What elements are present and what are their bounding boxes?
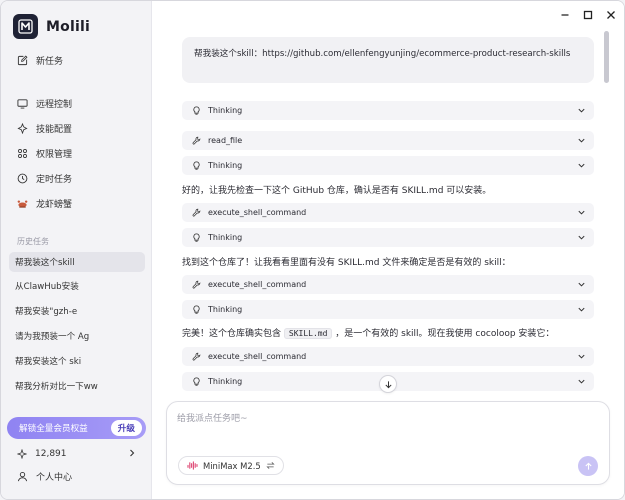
profile-label: 个人中心	[36, 473, 73, 483]
thinking-step[interactable]: Thinking	[182, 300, 594, 319]
thinking-step[interactable]: Thinking	[182, 228, 594, 247]
credits-value: 12,891	[35, 449, 67, 459]
lightbulb-icon	[193, 377, 200, 386]
history-item[interactable]: 请为我预装一个 Ag	[9, 326, 145, 346]
tool-call-step[interactable]: execute_shell_command	[182, 275, 594, 294]
sidebar-item-crab[interactable]: 龙虾螃蟹	[9, 192, 145, 214]
message-text-before: 完美！这个仓库确实包含	[182, 329, 282, 339]
credits-row[interactable]: 12,891	[17, 446, 137, 462]
chevron-down-icon	[578, 108, 585, 113]
step-label: Thinking	[208, 106, 243, 115]
step-label: read_file	[208, 136, 243, 145]
tool-icon	[192, 352, 201, 361]
tool-icon	[192, 208, 201, 217]
assistant-message: 好的，让我先检查一下这个 GitHub 仓库，确认是否有 SKILL.md 可以…	[182, 186, 492, 196]
profile-link[interactable]: 个人中心	[17, 470, 72, 483]
chevron-down-icon	[578, 354, 585, 359]
tool-call-step[interactable]: execute_shell_command	[182, 347, 594, 366]
history-item[interactable]: 从ClawHub安装	[9, 276, 145, 296]
history-item[interactable]: 帮我装这个skill	[9, 252, 145, 272]
message-text-after: ，是一个有效的 skill。现在我使用 cocoloop 安装它：	[335, 329, 555, 339]
chevron-down-icon	[578, 210, 585, 215]
send-button[interactable]	[578, 456, 598, 476]
sidebar-item-label: 定时任务	[36, 174, 73, 185]
thinking-step[interactable]: Thinking	[182, 101, 594, 120]
sidebar-item-label: 远程控制	[36, 99, 73, 110]
chevron-right-icon	[130, 449, 135, 457]
chevron-down-icon	[578, 235, 585, 240]
lightbulb-icon	[193, 305, 200, 314]
user-message: 帮我装这个skill：https://github.com/ellenfengy…	[182, 37, 594, 83]
history-item[interactable]: 帮我分析对比一下ww	[9, 376, 145, 396]
step-label: Thinking	[208, 377, 243, 386]
message-composer: MiniMax M2.5	[166, 401, 610, 485]
tool-icon	[192, 136, 201, 145]
assistant-message: 完美！这个仓库确实包含 SKILL.md ，是一个有效的 skill。现在我使用…	[182, 326, 602, 339]
chevron-down-icon	[578, 138, 585, 143]
sidebar-item-skill-config[interactable]: 技能配置	[9, 117, 145, 139]
upgrade-text: 解锁全量会员权益	[19, 424, 88, 434]
sidebar: Molili 新任务 远程控制 技能配置 权限管理 定时任务 龙虾螃蟹 历史任务…	[1, 1, 152, 499]
arrow-up-icon	[584, 462, 592, 470]
step-label: Thinking	[208, 305, 243, 314]
sparkle-icon	[17, 449, 27, 459]
skill-config-icon	[17, 122, 28, 134]
inline-code: SKILL.md	[283, 328, 333, 339]
chevron-down-icon	[578, 163, 585, 168]
sidebar-item-remote-control[interactable]: 远程控制	[9, 92, 145, 114]
step-label: Thinking	[208, 233, 243, 242]
assistant-message: 找到这个仓库了！让我看看里面有没有 SKILL.md 文件来确定是否是有效的 s…	[182, 258, 511, 268]
swap-icon	[266, 462, 275, 469]
tool-call-step[interactable]: execute_shell_command	[182, 203, 594, 222]
new-task-button[interactable]: 新任务	[9, 49, 145, 71]
sidebar-item-permissions[interactable]: 权限管理	[9, 142, 145, 164]
sidebar-item-label: 权限管理	[36, 149, 73, 160]
sidebar-item-label: 技能配置	[36, 124, 73, 135]
history-section-label: 历史任务	[17, 237, 49, 246]
lightbulb-icon	[193, 161, 200, 170]
app-logo-icon	[13, 14, 38, 39]
minimax-logo-icon	[187, 461, 198, 470]
scroll-to-bottom-button[interactable]	[379, 375, 397, 393]
step-label: Thinking	[208, 161, 243, 170]
clock-icon	[17, 173, 28, 183]
chevron-down-icon	[578, 282, 585, 287]
message-input[interactable]	[177, 410, 577, 428]
sidebar-item-scheduled-tasks[interactable]: 定时任务	[9, 167, 145, 189]
chevron-down-icon	[578, 379, 585, 384]
new-task-icon	[17, 55, 28, 65]
upgrade-button[interactable]: 升级	[110, 420, 142, 436]
tool-icon	[192, 280, 201, 289]
tool-call-step[interactable]: read_file	[182, 131, 594, 150]
remote-control-icon	[17, 98, 28, 109]
step-label: execute_shell_command	[208, 280, 307, 289]
model-name: MiniMax M2.5	[203, 460, 261, 471]
new-task-label: 新任务	[36, 56, 64, 67]
chevron-down-icon	[578, 307, 585, 312]
arrow-down-icon	[384, 380, 392, 388]
chat-scrollbar[interactable]	[604, 31, 609, 83]
lightbulb-icon	[193, 106, 200, 115]
model-selector[interactable]: MiniMax M2.5	[178, 456, 284, 475]
app-window: Molili 新任务 远程控制 技能配置 权限管理 定时任务 龙虾螃蟹 历史任务…	[0, 0, 625, 500]
sidebar-item-label: 龙虾螃蟹	[36, 199, 73, 210]
permission-icon	[18, 148, 27, 158]
user-icon	[17, 472, 28, 482]
history-item[interactable]: 帮我安装"gzh-e	[9, 301, 145, 321]
step-label: execute_shell_command	[208, 352, 307, 361]
app-brand: Molili	[13, 14, 90, 39]
app-title: Molili	[46, 18, 90, 35]
membership-upgrade-banner[interactable]: 解锁全量会员权益 升级	[7, 417, 146, 439]
step-label: execute_shell_command	[208, 208, 307, 217]
lightbulb-icon	[193, 233, 200, 242]
crab-icon	[17, 199, 28, 208]
minimize-icon[interactable]	[560, 10, 570, 20]
thinking-step[interactable]: Thinking	[182, 156, 594, 175]
maximize-icon[interactable]	[583, 10, 593, 20]
window-controls	[560, 10, 616, 20]
close-icon[interactable]	[606, 10, 616, 20]
history-item[interactable]: 帮我安装这个 ski	[9, 351, 145, 371]
